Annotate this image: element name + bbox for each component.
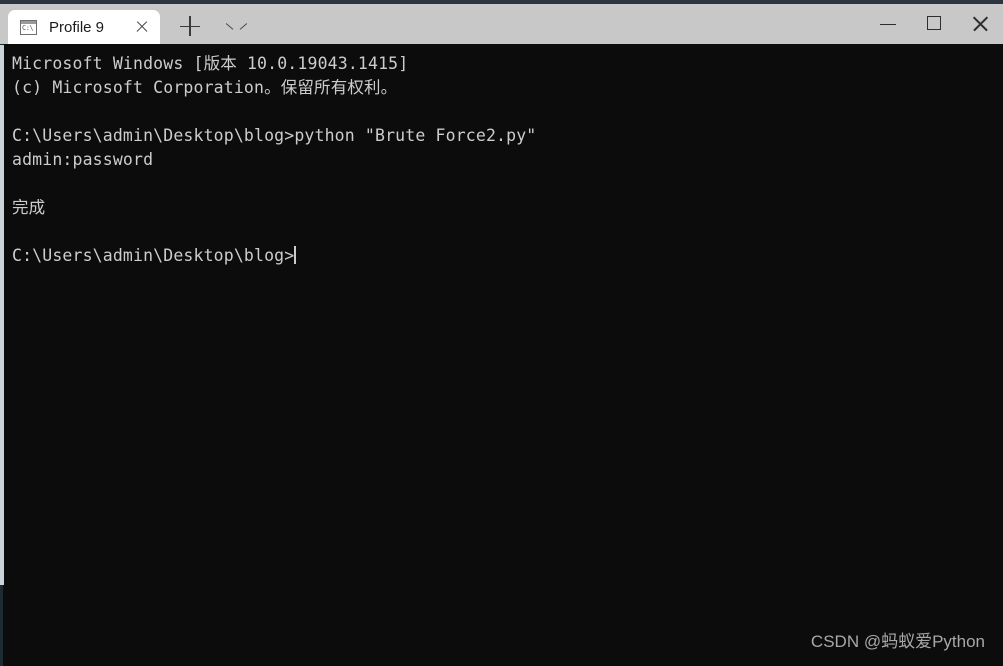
watermark: CSDN @蚂蚁爱Python [810,632,985,651]
chevron-down-icon [226,21,237,32]
terminal-line: Microsoft Windows [版本 10.0.19043.1415] [12,52,992,76]
terminal-line [12,100,992,124]
terminal-line [12,172,992,196]
minimize-icon [880,24,896,26]
new-tab-button[interactable] [172,12,208,40]
terminal-line: admin:password [12,148,992,172]
terminal-line-text: C:\Users\admin\Desktop\blog> [12,246,295,265]
terminal-text: Microsoft Windows [版本 10.0.19043.1415] (c… [12,52,992,268]
minimize-button[interactable] [865,4,911,44]
console-icon-glyph: C:\ [22,23,34,32]
terminal-line-text: admin:password [12,150,154,169]
console-icon: C:\ [20,19,37,35]
close-window-button[interactable] [957,4,1003,44]
maximize-icon [927,16,941,30]
close-icon [957,4,1003,44]
terminal-line-text: (c) Microsoft Corporation。保留所有权利。 [12,78,398,97]
tab-title: Profile 9 [49,18,105,36]
close-tab-icon[interactable] [130,15,154,39]
terminal-line-text [12,174,22,193]
terminal-line-text [12,222,22,241]
terminal-window: C:\ Profile 9 Microsoft Windows [版本 10.0… [0,0,1003,666]
scrollbar-thumb[interactable] [0,45,4,585]
text-cursor [294,246,297,264]
terminal-line-text [12,102,22,121]
terminal-output-area[interactable]: Microsoft Windows [版本 10.0.19043.1415] (c… [0,44,1003,666]
terminal-line: C:\Users\admin\Desktop\blog> [12,244,992,268]
terminal-line: 完成 [12,196,992,220]
terminal-line: (c) Microsoft Corporation。保留所有权利。 [12,76,992,100]
terminal-line-text: 完成 [12,198,46,217]
terminal-line-text: C:\Users\admin\Desktop\blog>python "Brut… [12,126,537,145]
window-controls [865,4,1003,44]
terminal-line [12,220,992,244]
maximize-button[interactable] [911,4,957,44]
title-bar[interactable]: C:\ Profile 9 [0,4,1003,44]
terminal-line: C:\Users\admin\Desktop\blog>python "Brut… [12,124,992,148]
tab-profile-9[interactable]: C:\ Profile 9 [8,10,160,44]
tab-dropdown-button[interactable] [215,12,251,40]
terminal-line-text: Microsoft Windows [版本 10.0.19043.1415] [12,54,409,73]
